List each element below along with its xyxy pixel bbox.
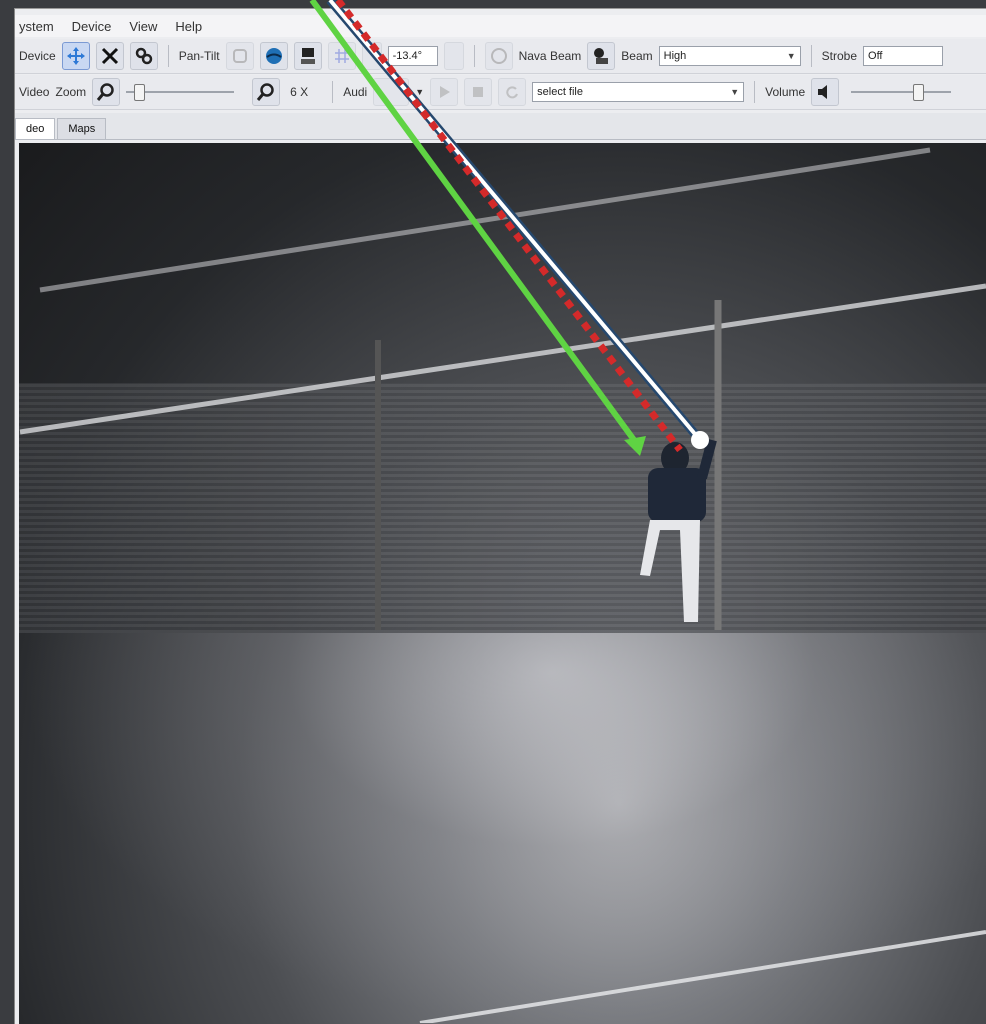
stow-icon bbox=[300, 48, 315, 64]
toolbar-separator bbox=[810, 45, 812, 67]
zoom-slider[interactable] bbox=[126, 82, 235, 102]
device-label: Device bbox=[19, 49, 56, 63]
toolbar-separator bbox=[754, 81, 756, 103]
file-select-value: select file bbox=[537, 86, 583, 98]
globe-button[interactable] bbox=[259, 42, 288, 70]
chevron-down-icon: ▼ bbox=[730, 87, 740, 97]
stow-button[interactable] bbox=[293, 42, 322, 70]
fence bbox=[19, 383, 986, 633]
tilt-apply-button[interactable] bbox=[443, 42, 464, 70]
tab-maps[interactable]: Maps bbox=[57, 118, 107, 139]
audio-button[interactable] bbox=[373, 78, 410, 106]
app-window: ystem Device View Help Device Pan-Tilt -… bbox=[14, 8, 986, 1024]
zoom-label: Zoom bbox=[55, 85, 87, 99]
volume-slider-track bbox=[851, 91, 952, 93]
ground-illumination bbox=[19, 633, 986, 1024]
zoom-out-button[interactable] bbox=[92, 78, 121, 106]
globe-icon bbox=[265, 48, 282, 64]
menu-device[interactable]: Device bbox=[68, 19, 126, 34]
target-icon bbox=[490, 48, 507, 64]
tools-icon bbox=[101, 47, 118, 65]
play-icon bbox=[440, 86, 451, 98]
tab-video[interactable]: deo bbox=[15, 118, 56, 139]
tools-button[interactable] bbox=[95, 42, 124, 70]
pantilt-home-button[interactable] bbox=[225, 42, 254, 70]
audio-label: Audi bbox=[343, 85, 368, 99]
menu-view[interactable]: View bbox=[125, 19, 171, 34]
volume-label: Volume bbox=[765, 85, 806, 99]
crosshair-move-icon bbox=[66, 47, 85, 65]
beam-target-button[interactable] bbox=[484, 42, 513, 70]
nava-beam-label: Nava Beam bbox=[518, 49, 582, 63]
gears-icon bbox=[135, 47, 152, 65]
play-button[interactable] bbox=[430, 78, 459, 106]
repeat-button[interactable] bbox=[498, 78, 527, 106]
strobe-label: Strobe bbox=[821, 49, 858, 63]
device-toolbar: Device Pan-Tilt -13.4° Nava Beam Beam Hi… bbox=[15, 39, 986, 74]
file-select[interactable]: select file ▼ bbox=[532, 82, 745, 102]
beam-icon bbox=[594, 48, 609, 64]
video-feed[interactable] bbox=[19, 143, 986, 1024]
stop-icon bbox=[473, 87, 484, 97]
chevron-down-icon: ▼ bbox=[786, 51, 796, 61]
tilt-angle-field[interactable]: -13.4° bbox=[387, 46, 438, 66]
zoom-slider-thumb[interactable] bbox=[134, 84, 146, 101]
volume-slider-thumb[interactable] bbox=[913, 84, 925, 101]
move-device-button[interactable] bbox=[61, 42, 90, 70]
strobe-select-value: Off bbox=[868, 50, 883, 62]
video-toolbar: Video Zoom 6 X Audi ▼ select file ▼ Volu… bbox=[15, 75, 986, 110]
toolbar-separator bbox=[167, 45, 169, 67]
beam-select-value: High bbox=[663, 50, 687, 62]
zoom-in-button[interactable] bbox=[252, 78, 281, 106]
magnifier-icon bbox=[97, 83, 114, 101]
toolbar-separator bbox=[332, 81, 334, 103]
grid-pattern-icon bbox=[334, 49, 349, 63]
view-tabs: deo Maps bbox=[15, 113, 986, 140]
magnifier-icon bbox=[257, 83, 274, 101]
beam-label: Beam bbox=[621, 49, 653, 63]
repeat-icon bbox=[506, 86, 519, 99]
chevron-down-icon[interactable]: ▼ bbox=[415, 87, 424, 97]
strobe-select[interactable]: Off bbox=[863, 46, 944, 66]
pan-tilt-label: Pan-Tilt bbox=[178, 49, 220, 63]
beam-select[interactable]: High ▼ bbox=[658, 46, 801, 66]
zoom-value: 6 X bbox=[290, 85, 309, 99]
video-label: Video bbox=[19, 85, 50, 99]
speaker-icon bbox=[818, 85, 828, 99]
menu-system[interactable]: ystem bbox=[15, 19, 68, 34]
toolbar-separator bbox=[473, 45, 475, 67]
nava-beam-button[interactable] bbox=[587, 42, 616, 70]
home-position-icon bbox=[232, 49, 247, 63]
tilt-angle-value: -13.4° bbox=[392, 50, 423, 62]
mute-button[interactable] bbox=[811, 78, 840, 106]
tilt-step-button[interactable] bbox=[361, 42, 382, 70]
volume-slider[interactable] bbox=[851, 82, 952, 102]
pattern-button[interactable] bbox=[327, 42, 356, 70]
menu-help[interactable]: Help bbox=[171, 19, 216, 34]
stop-button[interactable] bbox=[464, 78, 493, 106]
settings-button[interactable] bbox=[129, 42, 158, 70]
menu-bar: ystem Device View Help bbox=[15, 15, 986, 37]
